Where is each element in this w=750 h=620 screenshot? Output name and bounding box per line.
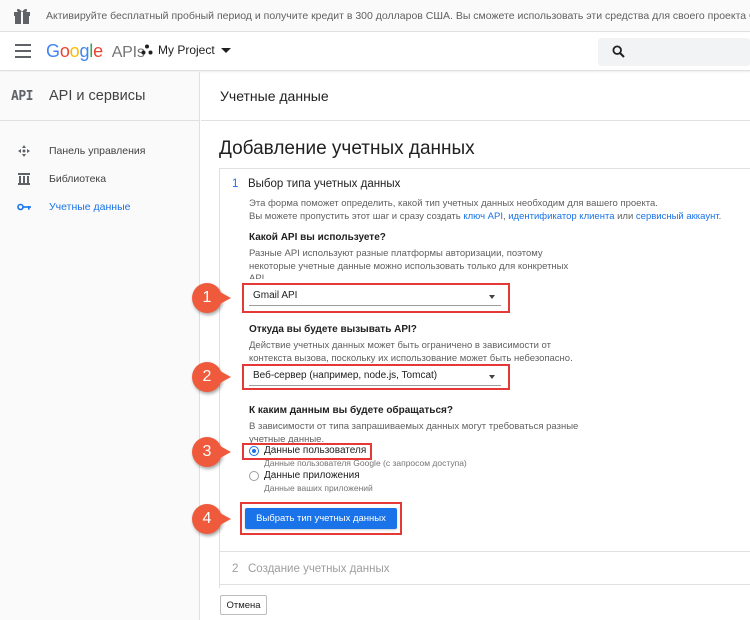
gift-icon <box>14 8 30 24</box>
callout-1: 1 <box>192 283 231 313</box>
divider <box>219 551 750 552</box>
dropdown-arrow-icon <box>489 375 495 379</box>
sidebar-item-label: Учетные данные <box>49 201 131 213</box>
separator: . <box>718 210 722 222</box>
api-logo-icon: API <box>11 88 33 104</box>
q3-desc-line: В зависимости от типа запрашиваемых данн… <box>249 421 579 432</box>
google-apis-logo[interactable]: Google APIs <box>46 41 145 62</box>
api-select-value: Gmail API <box>253 290 298 301</box>
intro-line-1: Эта форма поможет определить, какой тип … <box>249 198 658 209</box>
app-data-radio[interactable] <box>249 471 259 481</box>
q1-desc-line: Разные API используют разные платформы а… <box>249 248 543 259</box>
top-bar: Google APIs My Project <box>0 33 750 71</box>
choose-credential-type-button[interactable]: Выбрать тип учетных данных <box>245 508 397 529</box>
call-source-select[interactable]: Веб-сервер (например, node.js, Tomcat) <box>249 368 501 386</box>
intro-line-2: Вы можете пропустить этот шаг и сразу со… <box>249 211 721 224</box>
q1-desc-line: API. <box>249 273 267 279</box>
user-data-sublabel: Данные пользователя Google (с запросом д… <box>264 458 467 468</box>
step-2-title: Создание учетных данных <box>248 563 390 575</box>
sidebar-header: API API и сервисы <box>0 72 199 121</box>
call-source-value: Веб-сервер (например, node.js, Tomcat) <box>253 370 438 381</box>
q3-desc-line: учетные данные. <box>249 433 325 443</box>
page-header-title: Учетные данные <box>220 88 329 104</box>
divider <box>219 168 750 169</box>
step-1-number: 1 <box>232 178 239 190</box>
callout-4: 4 <box>192 504 231 534</box>
client-id-link[interactable]: идентификатор клиента <box>508 211 614 222</box>
dropdown-arrow-icon <box>489 295 495 299</box>
sidebar-title: API и сервисы <box>49 88 146 104</box>
app-data-label[interactable]: Данные приложения <box>264 470 360 481</box>
main-header: Учетные данные <box>201 72 750 121</box>
promo-text: Активируйте бесплатный пробный период и … <box>46 9 750 22</box>
api-key-link[interactable]: ключ API <box>463 211 503 222</box>
logo-apis: APIs <box>111 44 145 61</box>
search-input[interactable] <box>598 38 750 66</box>
intro-text: Вы можете пропустить этот шаг и сразу со… <box>249 210 464 222</box>
step-2-number: 2 <box>232 563 239 575</box>
divider <box>219 584 750 585</box>
api-select[interactable]: Gmail API <box>249 288 501 306</box>
sidebar-item-credentials[interactable]: Учетные данные <box>0 193 199 221</box>
q2-desc-line: Действие учетных данных может быть огран… <box>249 340 551 351</box>
sidebar-item-label: Панель управления <box>49 145 146 157</box>
logo-google: Google <box>46 41 103 61</box>
dashboard-icon <box>17 144 31 158</box>
q3-title: К каким данным вы будете обращаться? <box>249 405 453 416</box>
sidebar-item-dashboard[interactable]: Панель управления <box>0 137 199 165</box>
key-icon <box>17 200 31 214</box>
q3-description: В зависимости от типа запрашиваемых данн… <box>249 421 578 443</box>
step-1-intro: Эта форма поможет определить, какой тип … <box>249 198 721 223</box>
callout-2: 2 <box>192 362 231 392</box>
user-data-label[interactable]: Данные пользователя <box>264 445 366 456</box>
app-data-sublabel: Данные ваших приложений <box>264 483 373 493</box>
q1-description: Разные API используют разные платформы а… <box>249 248 568 279</box>
promo-banner: Активируйте бесплатный пробный период и … <box>0 0 750 32</box>
sidebar-item-label: Библиотека <box>49 173 107 185</box>
chevron-down-icon <box>220 47 231 53</box>
page-title: Добавление учетных данных <box>219 138 475 159</box>
step-1-title: Выбор типа учетных данных <box>248 178 401 190</box>
callout-3: 3 <box>192 437 231 467</box>
menu-icon[interactable] <box>15 44 31 58</box>
service-account-link[interactable]: сервисный аккаунт <box>636 211 719 222</box>
project-dots-icon <box>141 44 153 55</box>
project-name: My Project <box>158 43 215 57</box>
q1-desc-line: некоторые учетные данные можно использов… <box>249 260 569 272</box>
project-selector[interactable]: My Project <box>141 43 231 57</box>
q2-title: Откуда вы будете вызывать API? <box>249 324 417 335</box>
sidebar: API API и сервисы Панель управления Библ… <box>0 72 200 620</box>
q2-description: Действие учетных данных может быть огран… <box>249 340 573 365</box>
user-data-radio[interactable] <box>249 446 259 456</box>
separator: или <box>614 210 636 222</box>
search-icon <box>612 45 625 58</box>
q1-title: Какой API вы используете? <box>249 232 386 243</box>
library-icon <box>17 172 31 186</box>
sidebar-item-library[interactable]: Библиотека <box>0 165 199 193</box>
cancel-button[interactable]: Отмена <box>220 595 267 615</box>
